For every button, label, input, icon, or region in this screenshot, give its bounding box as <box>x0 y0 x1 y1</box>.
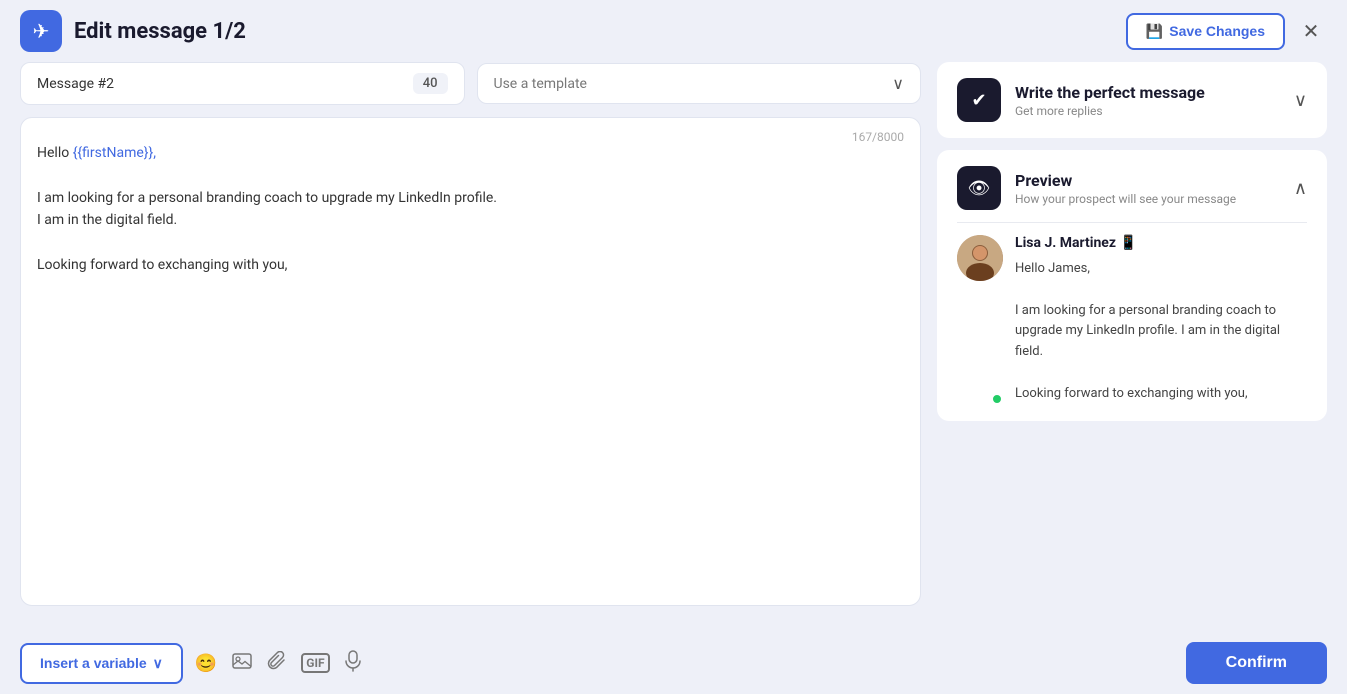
write-message-text: Write the perfect message Get more repli… <box>1015 83 1205 118</box>
template-dropdown[interactable]: Use a template ∨ <box>477 63 922 104</box>
logo-icon: ✈ <box>20 10 62 52</box>
gif-icon[interactable]: GIF <box>301 653 329 673</box>
toolbar-icons: 😊 GIF <box>195 650 362 677</box>
close-button[interactable]: ✕ <box>1295 15 1327 47</box>
preview-line-1: Hello James, <box>1015 259 1307 280</box>
left-panel: Message #2 40 Use a template ∨ 167/8000 … <box>20 62 921 606</box>
insert-variable-chevron: ∨ <box>153 655 163 672</box>
confirm-button[interactable]: Confirm <box>1186 642 1327 684</box>
preview-text-group: Preview How your prospect will see your … <box>1015 171 1236 206</box>
check-icon: ✔ <box>971 90 986 111</box>
preview-subtitle: How your prospect will see your message <box>1015 192 1236 206</box>
preview-header-left: 👁 Preview How your prospect will see you… <box>957 166 1236 210</box>
message-area[interactable]: 167/8000 Hello {{firstName}}, I am looki… <box>20 117 921 606</box>
preview-card: 👁 Preview How your prospect will see you… <box>937 150 1327 421</box>
write-message-card: ✔ Write the perfect message Get more rep… <box>937 62 1327 138</box>
mic-icon[interactable] <box>344 650 362 677</box>
write-message-collapse-icon[interactable]: ∨ <box>1294 90 1307 111</box>
top-bar-left: ✈ Edit message 1/2 <box>20 10 246 52</box>
message-line-1: Hello {{firstName}}, <box>37 142 904 164</box>
save-changes-button[interactable]: 💾 Save Changes <box>1126 13 1285 50</box>
preview-collapse-icon[interactable]: ∧ <box>1294 178 1307 199</box>
message-label-box: Message #2 40 <box>20 62 465 105</box>
preview-sender: Lisa J. Martinez 📱 <box>1015 235 1307 251</box>
main-layout: Message #2 40 Use a template ∨ 167/8000 … <box>0 62 1347 616</box>
message-count-badge: 40 <box>413 73 448 94</box>
image-icon[interactable] <box>231 650 253 677</box>
char-counter: 167/8000 <box>852 130 904 144</box>
avatar <box>957 235 1003 281</box>
bottom-toolbar: Insert a variable ∨ 😊 GIF <box>0 632 1347 694</box>
message-line-5: Looking forward to exchanging with you, <box>37 254 904 276</box>
preview-message-area: Lisa J. Martinez 📱 Hello James, I am loo… <box>1015 235 1307 405</box>
preview-text: Hello James, I am looking for a personal… <box>1015 259 1307 405</box>
preview-line-2: I am looking for a personal branding coa… <box>1015 301 1307 363</box>
preview-icon-box: 👁 <box>957 166 1001 210</box>
preview-header: 👁 Preview How your prospect will see you… <box>957 166 1307 210</box>
message-content: Hello {{firstName}}, I am looking for a … <box>37 142 904 276</box>
write-message-icon-box: ✔ <box>957 78 1001 122</box>
online-indicator <box>992 394 1002 404</box>
eye-icon: 👁 <box>968 178 991 199</box>
preview-title: Preview <box>1015 171 1236 190</box>
message-line-2: I am looking for a personal branding coa… <box>37 187 904 209</box>
preview-divider <box>957 222 1307 223</box>
controls-row: Message #2 40 Use a template ∨ <box>20 62 921 105</box>
top-bar: ✈ Edit message 1/2 💾 Save Changes ✕ <box>0 0 1347 62</box>
template-dropdown-text: Use a template <box>494 76 587 92</box>
preview-content: Lisa J. Martinez 📱 Hello James, I am loo… <box>957 235 1307 405</box>
message-label: Message #2 <box>37 76 114 92</box>
right-panel: ✔ Write the perfect message Get more rep… <box>937 62 1327 606</box>
firstname-variable: {{firstName}}, <box>73 145 156 161</box>
top-bar-right: 💾 Save Changes ✕ <box>1126 13 1327 50</box>
page-title: Edit message 1/2 <box>74 19 246 44</box>
write-message-title: Write the perfect message <box>1015 83 1205 102</box>
chevron-down-icon: ∨ <box>892 74 904 93</box>
avatar-container <box>957 235 1003 405</box>
emoji-icon[interactable]: 😊 <box>195 653 217 674</box>
toolbar-left: Insert a variable ∨ 😊 GIF <box>20 643 362 684</box>
write-message-header: ✔ Write the perfect message Get more rep… <box>957 78 1307 122</box>
write-message-subtitle: Get more replies <box>1015 104 1205 118</box>
preview-line-3: Looking forward to exchanging with you, <box>1015 384 1307 405</box>
write-message-header-left: ✔ Write the perfect message Get more rep… <box>957 78 1205 122</box>
message-line-3: I am in the digital field. <box>37 209 904 231</box>
save-icon: 💾 <box>1146 23 1163 40</box>
insert-variable-button[interactable]: Insert a variable ∨ <box>20 643 183 684</box>
attachment-icon[interactable] <box>267 651 287 676</box>
